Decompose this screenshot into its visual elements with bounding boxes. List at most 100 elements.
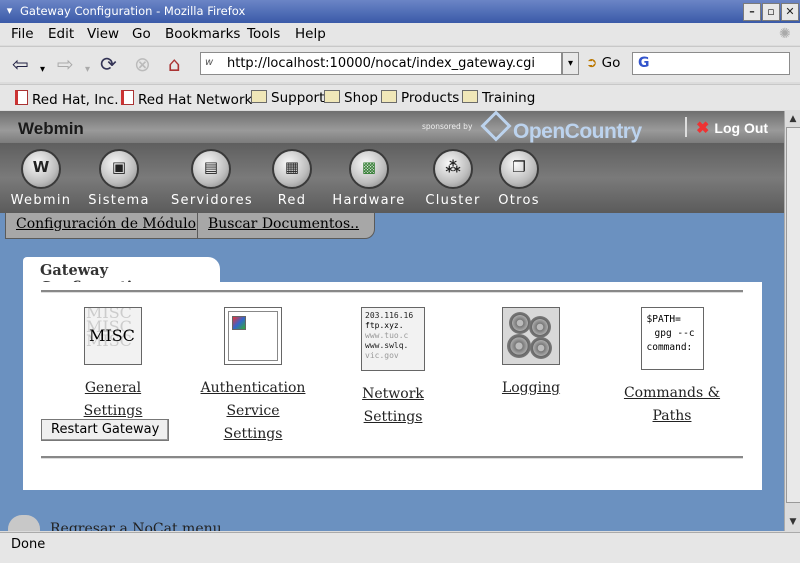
site-favicon-icon: w <box>205 57 214 68</box>
menu-bookmarks[interactable]: Bookmarks <box>165 26 240 42</box>
bookmark-support[interactable]: Support <box>251 90 324 106</box>
category-label: Hardware <box>332 193 406 208</box>
menu-file[interactable]: File <box>11 26 34 42</box>
menu-view[interactable]: View <box>87 26 119 42</box>
return-arrow-icon <box>8 515 40 531</box>
server-icon: ▤ <box>191 149 231 189</box>
bookmark-redhat[interactable]: Red Hat, Inc. <box>15 90 119 108</box>
category-otros[interactable]: ❐ Otros <box>479 145 559 208</box>
search-input[interactable]: G <box>632 52 790 75</box>
status-text: Done <box>11 537 46 552</box>
tab-search-docs[interactable]: Buscar Documentos.. <box>197 213 375 239</box>
window-menu-icon[interactable]: ▾ <box>3 4 16 17</box>
menu-go[interactable]: Go <box>132 26 151 42</box>
command-line-icon: $PATH= gpg --c command: <box>640 307 704 370</box>
webmin-logo: Webmin <box>18 119 84 138</box>
menu-edit[interactable]: Edit <box>48 26 74 42</box>
misc-icon: MISC MISC MISC MISC <box>84 307 142 365</box>
page-content: Webmin sponsored by OpenCountry ✖ Log Out… <box>0 111 784 531</box>
home-icon[interactable]: ⌂ <box>168 53 181 75</box>
restart-gateway-button[interactable]: Restart Gateway <box>41 419 170 441</box>
window-title: Gateway Configuration - Mozilla Firefox <box>20 4 246 18</box>
config-panel: MISC MISC MISC MISC General Settings Authe… <box>23 282 762 490</box>
go-label: Go <box>601 55 621 71</box>
url-dropdown-icon[interactable]: ▾ <box>562 52 579 75</box>
minimize-icon[interactable]: – <box>743 3 761 21</box>
module-logging[interactable]: Logging <box>481 307 581 400</box>
module-authentication[interactable]: Authentication Service Settings <box>196 307 310 446</box>
logout-button[interactable]: ✖ Log Out <box>696 118 768 138</box>
throbber-icon: ✺ <box>779 26 791 42</box>
category-hardware[interactable]: ▩ Hardware <box>329 145 409 208</box>
network-card-icon: ▦ <box>272 149 312 189</box>
bookmark-page-icon <box>121 90 134 105</box>
navigation-toolbar: ⇦ ▾ ⇨ ▾ ⟳ ⊗ ⌂ w http://localhost:10000/n… <box>0 46 800 82</box>
close-icon[interactable]: ✕ <box>781 3 799 21</box>
menu-tools[interactable]: Tools <box>247 26 280 42</box>
module-commands-paths[interactable]: $PATH= gpg --c command: Commands & Paths <box>605 307 739 428</box>
windows-icon: ❐ <box>499 149 539 189</box>
scroll-thumb[interactable] <box>786 127 800 503</box>
bookmark-shop[interactable]: Shop <box>324 90 378 106</box>
category-sistema[interactable]: ▣ Sistema <box>79 145 159 208</box>
auth-document-icon <box>224 307 282 365</box>
bookmark-label: Red Hat, Inc. <box>32 92 119 108</box>
page-title-tab: Gateway Configuration <box>23 257 220 296</box>
bookmark-redhat-network[interactable]: Red Hat Network <box>121 90 252 108</box>
bookmarks-toolbar: Red Hat, Inc. Red Hat Network Support Sh… <box>0 84 800 110</box>
module-general-settings[interactable]: MISC MISC MISC MISC General Settings <box>58 307 168 423</box>
go-button[interactable]: ➲ Go <box>586 55 620 71</box>
back-dropdown-icon[interactable]: ▾ <box>40 59 45 81</box>
module-label: Authentication Service Settings <box>200 380 306 442</box>
sponsored-by-text: sponsored by <box>422 122 473 131</box>
bookmark-label: Red Hat Network <box>138 92 253 108</box>
category-label: Otros <box>498 193 540 208</box>
url-field[interactable]: w http://localhost:10000/nocat/index_gat… <box>200 52 562 75</box>
opencountry-logo[interactable]: OpenCountry <box>480 111 642 144</box>
google-search-icon[interactable]: G <box>638 55 650 71</box>
reload-icon[interactable]: ⟳ <box>100 53 117 75</box>
window-titlebar: ▾ Gateway Configuration - Mozilla Firefo… <box>0 0 800 23</box>
opencountry-diamond-icon <box>480 111 512 142</box>
bookmark-products[interactable]: Products <box>381 90 459 106</box>
module-label: Network Settings <box>362 386 424 425</box>
module-tabs: Configuración de Módulo Buscar Documento… <box>0 213 784 239</box>
forward-dropdown-icon[interactable]: ▾ <box>85 59 90 81</box>
tab-module-config[interactable]: Configuración de Módulo <box>5 213 215 239</box>
vertical-scrollbar[interactable]: ▲ ▼ <box>784 111 800 531</box>
webmin-icon: W <box>21 149 61 189</box>
computer-icon: ▣ <box>99 149 139 189</box>
return-link[interactable]: Regresar a NoCat menu <box>8 515 222 531</box>
status-bar: Done <box>0 532 800 563</box>
forward-icon[interactable]: ⇨ <box>57 53 74 75</box>
bookmark-label: Products <box>401 90 460 106</box>
return-label: Regresar a NoCat menu <box>50 521 222 531</box>
tab-label: Buscar Documentos.. <box>208 216 360 232</box>
category-red[interactable]: ▦ Red <box>252 145 332 208</box>
maximize-icon[interactable]: ▫ <box>762 3 780 21</box>
bookmark-page-icon <box>15 90 28 105</box>
module-network-settings[interactable]: 203.116.16 ftp.xyz. www.tuo.c www.swlq. … <box>333 307 453 429</box>
module-label: General Settings <box>83 380 143 419</box>
stop-icon[interactable]: ⊗ <box>134 53 151 75</box>
bookmark-training[interactable]: Training <box>462 90 535 106</box>
scroll-down-icon[interactable]: ▼ <box>786 515 800 529</box>
go-arrow-icon: ➲ <box>586 55 598 71</box>
menu-help[interactable]: Help <box>295 26 326 42</box>
category-webmin[interactable]: W Webmin <box>1 145 81 208</box>
folder-icon <box>251 90 267 103</box>
network-addresses-icon: 203.116.16 ftp.xyz. www.tuo.c www.swlq. … <box>361 307 425 371</box>
module-label: Commands & Paths <box>623 385 721 424</box>
category-bar: W Webmin ▣ Sistema ▤ Servidores ▦ Red ▩ Hardw… <box>0 143 784 213</box>
scroll-up-icon[interactable]: ▲ <box>786 112 800 126</box>
category-label: Servidores <box>171 193 253 208</box>
divider <box>41 290 743 293</box>
logs-icon <box>502 307 560 365</box>
module-label: Logging <box>501 380 561 396</box>
category-servidores[interactable]: ▤ Servidores <box>171 145 253 208</box>
logout-icon: ✖ <box>696 120 710 137</box>
back-icon[interactable]: ⇦ <box>12 53 29 75</box>
bookmark-label: Training <box>482 90 536 106</box>
menubar: File Edit View Go Bookmarks Tools Help ✺ <box>0 23 800 45</box>
bookmark-label: Support <box>271 90 325 106</box>
